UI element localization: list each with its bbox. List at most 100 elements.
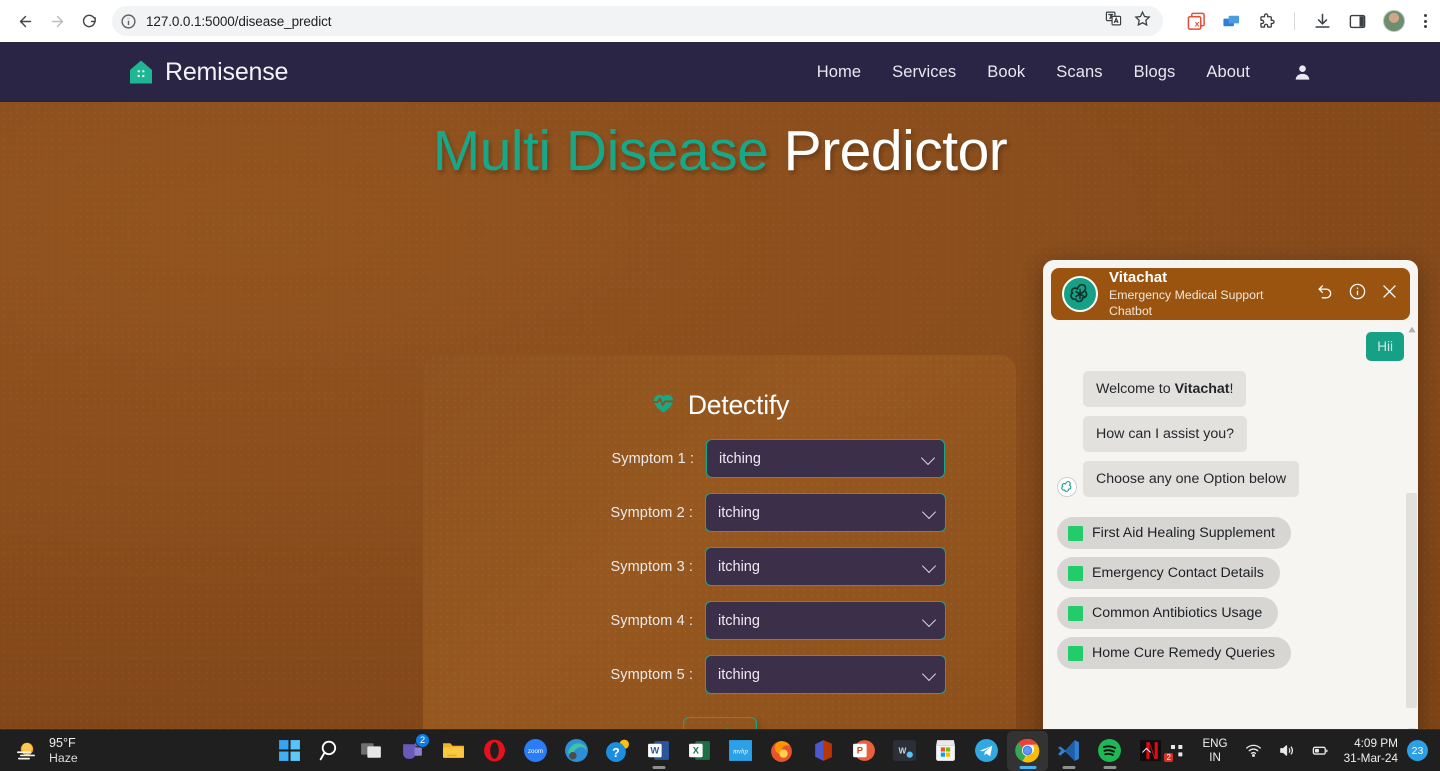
back-button[interactable] (10, 6, 40, 36)
taskbar-dark-app[interactable]: W (884, 731, 925, 771)
profile-avatar[interactable] (1383, 10, 1405, 32)
symptom-3-select-wrap: itching (705, 547, 946, 586)
taskbar-opera[interactable] (474, 731, 515, 771)
translate-icon[interactable] (1105, 10, 1122, 32)
taskbar-get-help[interactable]: ? (597, 731, 638, 771)
mvhp-icon: mvhp (728, 738, 753, 763)
taskbar-microsoft-365[interactable] (802, 731, 843, 771)
taskbar-spotify[interactable] (1089, 731, 1130, 771)
chrome-menu-icon[interactable] (1421, 14, 1430, 28)
user-account-icon[interactable] (1293, 63, 1312, 82)
symptom-4-select[interactable]: itching (705, 601, 946, 640)
option-first-aid-healing-supplement[interactable]: First Aid Healing Supplement (1057, 517, 1291, 549)
tray-battery-icon[interactable] (1303, 731, 1338, 771)
taskbar-search-button[interactable] (310, 731, 351, 771)
taskbar-zoom[interactable]: zoom (515, 731, 556, 771)
option-emergency-contact-details[interactable]: Emergency Contact Details (1057, 557, 1280, 589)
option-label-4: Home Cure Remedy Queries (1092, 645, 1275, 661)
site-info-icon[interactable] (120, 13, 137, 30)
telegram-icon (974, 738, 999, 763)
system-tray: 2 ENG IN 4:09 PM 31-Mar-24 23 (1132, 731, 1432, 771)
vscode-icon (1056, 738, 1081, 763)
option-label-2: Emergency Contact Details (1092, 565, 1264, 581)
nav-item-services[interactable]: Services (892, 63, 956, 82)
taskbar-edge[interactable] (556, 731, 597, 771)
taskbar-task-view[interactable] (351, 731, 392, 771)
chevron-down-icon (921, 612, 937, 627)
task-view-icon (359, 738, 384, 763)
symptom-3-label: Symptom 3 : (610, 558, 693, 575)
scroll-down-arrow-icon[interactable] (1406, 725, 1417, 729)
nav-item-blogs[interactable]: Blogs (1134, 63, 1176, 82)
option-home-cure-remedy-queries[interactable]: Home Cure Remedy Queries (1057, 637, 1291, 669)
taskbar-firefox[interactable] (761, 731, 802, 771)
bot-message-row-3: Choose any one Option below (1057, 461, 1404, 497)
taskbar-file-explorer[interactable] (433, 731, 474, 771)
predict-button[interactable]: Predict (682, 717, 757, 729)
chevron-down-icon (921, 504, 937, 519)
close-icon[interactable] (1380, 282, 1399, 306)
tray-wifi-icon[interactable] (1237, 731, 1270, 771)
tray-clock[interactable]: 4:09 PM 31-Mar-24 (1338, 736, 1407, 766)
vitachat-widget: Vitachat Emergency Medical Support Chatb… (1043, 260, 1418, 729)
weather-text: 95°F Haze (49, 736, 78, 766)
tray-overflow-button[interactable] (1132, 731, 1161, 771)
user-message-bubble: Hii (1366, 332, 1404, 361)
tray-volume-icon[interactable] (1270, 731, 1303, 771)
option-square-icon (1068, 525, 1083, 541)
side-panel-icon[interactable] (1348, 12, 1367, 31)
nav-links: Home Services Book Scans Blogs About (817, 63, 1312, 82)
excel-extension-icon[interactable]: x (1187, 12, 1206, 31)
symptom-3-select[interactable]: itching (705, 547, 946, 586)
symptom-5-select-wrap: itching (705, 655, 946, 694)
restart-conversation-icon[interactable] (1316, 282, 1335, 306)
chat-message-list: Hii Welcome to Vitachat! How can I assis… (1043, 320, 1418, 729)
tray-app-status-icon[interactable]: 2 (1161, 731, 1193, 771)
bot-msg-1-bold: Vitachat (1174, 381, 1230, 397)
downloads-icon[interactable] (1313, 12, 1332, 31)
brand-logo[interactable]: Remisense (128, 58, 288, 87)
microsoft-store-icon (933, 738, 958, 763)
taskbar-chrome[interactable] (1007, 730, 1048, 771)
nav-item-about[interactable]: About (1206, 63, 1250, 82)
taskbar-mvhp[interactable]: mvhp (720, 731, 761, 771)
opera-icon (482, 738, 507, 763)
symptom-1-select[interactable]: itching (706, 439, 945, 478)
forward-button[interactable] (42, 6, 72, 36)
microsoft-365-icon (810, 738, 835, 763)
tray-language-indicator[interactable]: ENG IN (1193, 737, 1236, 764)
chat-scrollbar[interactable] (1406, 324, 1417, 729)
taskbar-telegram[interactable] (966, 731, 1007, 771)
taskbar-word[interactable]: W (638, 731, 679, 771)
option-common-antibiotics-usage[interactable]: Common Antibiotics Usage (1057, 597, 1279, 629)
notification-badge[interactable]: 23 (1407, 740, 1428, 761)
scrollbar-track[interactable] (1406, 338, 1417, 723)
scroll-up-arrow-icon[interactable] (1406, 324, 1417, 336)
info-icon[interactable] (1348, 282, 1367, 306)
blue-extension-icon[interactable] (1222, 12, 1241, 31)
bot-message-bubble-1: Welcome to Vitachat! (1083, 371, 1247, 407)
taskbar-start-button[interactable] (269, 731, 310, 771)
toolbar-divider (1294, 12, 1295, 30)
address-bar[interactable]: 127.0.0.1:5000/disease_predict (112, 6, 1163, 36)
taskbar-excel[interactable]: X (679, 731, 720, 771)
nav-item-book[interactable]: Book (987, 63, 1025, 82)
symptom-5-select[interactable]: itching (705, 655, 946, 694)
taskbar-teams[interactable]: 2 (392, 731, 433, 771)
house-plus-icon (128, 59, 154, 85)
symptom-2-select[interactable]: itching (705, 493, 946, 532)
nav-item-home[interactable]: Home (817, 63, 861, 82)
reload-button[interactable] (74, 6, 104, 36)
taskbar-microsoft-store[interactable] (925, 731, 966, 771)
nav-item-scans[interactable]: Scans (1056, 63, 1102, 82)
form-card-title-text: Detectify (687, 389, 790, 420)
scrollbar-thumb[interactable] (1406, 493, 1417, 708)
symptom-5-value: itching (718, 666, 760, 683)
bookmark-star-icon[interactable] (1134, 10, 1151, 32)
teams-badge: 2 (415, 732, 430, 748)
extensions-puzzle-icon[interactable] (1257, 12, 1276, 31)
taskbar-vscode[interactable] (1048, 731, 1089, 771)
predict-button-wrap: Predict (423, 717, 1016, 729)
taskbar-powerpoint[interactable]: P (843, 731, 884, 771)
weather-widget[interactable]: 95°F Haze (0, 736, 260, 766)
